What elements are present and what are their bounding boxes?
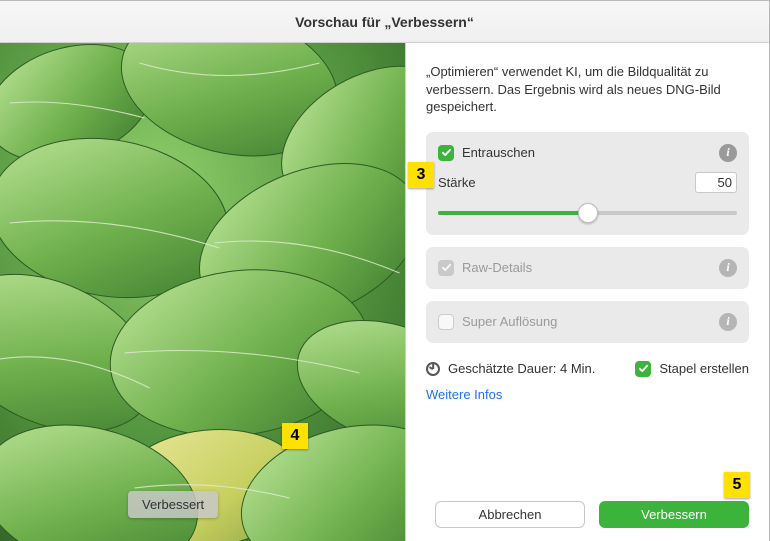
raw-details-checkbox xyxy=(438,260,454,276)
window-title: Vorschau für „Verbessern“ xyxy=(0,1,769,43)
strength-value-input[interactable] xyxy=(695,172,737,193)
raw-details-panel: Raw-Details i xyxy=(426,247,749,289)
callout-3: 3 xyxy=(408,162,434,188)
check-icon xyxy=(441,262,452,273)
preview-pane: Verbessert xyxy=(0,43,406,541)
options-pane: „Optimieren“ verwendet KI, um die Bildqu… xyxy=(406,43,769,541)
info-icon[interactable]: i xyxy=(719,313,737,331)
preview-image[interactable] xyxy=(0,43,405,541)
stack-label: Stapel erstellen xyxy=(659,361,749,376)
clock-icon xyxy=(426,362,440,376)
info-icon[interactable]: i xyxy=(719,144,737,162)
super-resolution-checkbox xyxy=(438,314,454,330)
strength-slider[interactable] xyxy=(438,203,737,223)
callout-5: 5 xyxy=(724,472,750,498)
callout-4: 4 xyxy=(282,423,308,449)
cancel-button[interactable]: Abbrechen xyxy=(435,501,585,528)
estimated-duration: Geschätzte Dauer: 4 Min. xyxy=(448,361,595,376)
info-icon[interactable]: i xyxy=(719,259,737,277)
description-text: „Optimieren“ verwendet KI, um die Bildqu… xyxy=(426,63,749,116)
strength-label: Stärke xyxy=(438,175,476,190)
super-resolution-label: Super Auflösung xyxy=(462,314,711,329)
denoise-label: Entrauschen xyxy=(462,145,711,160)
slider-fill xyxy=(438,211,588,215)
check-icon xyxy=(441,147,452,158)
denoise-panel: Entrauschen i Stärke xyxy=(426,132,749,235)
button-row: Abbrechen Verbessern xyxy=(426,481,749,528)
leaves-illustration xyxy=(0,43,405,541)
meta-row: Geschätzte Dauer: 4 Min. Stapel erstelle… xyxy=(426,361,749,377)
preview-overlay-badge: Verbessert xyxy=(128,491,218,518)
raw-details-label: Raw-Details xyxy=(462,260,711,275)
denoise-checkbox[interactable] xyxy=(438,145,454,161)
stack-checkbox[interactable] xyxy=(635,361,651,377)
enhance-button[interactable]: Verbessern xyxy=(599,501,749,528)
more-info-link[interactable]: Weitere Infos xyxy=(426,387,502,402)
content-area: Verbessert „Optimieren“ verwendet KI, um… xyxy=(0,43,769,541)
check-icon xyxy=(638,363,649,374)
super-resolution-panel: Super Auflösung i xyxy=(426,301,749,343)
slider-thumb[interactable] xyxy=(578,203,598,223)
enhance-preview-window: Vorschau für „Verbessern“ xyxy=(0,0,770,541)
